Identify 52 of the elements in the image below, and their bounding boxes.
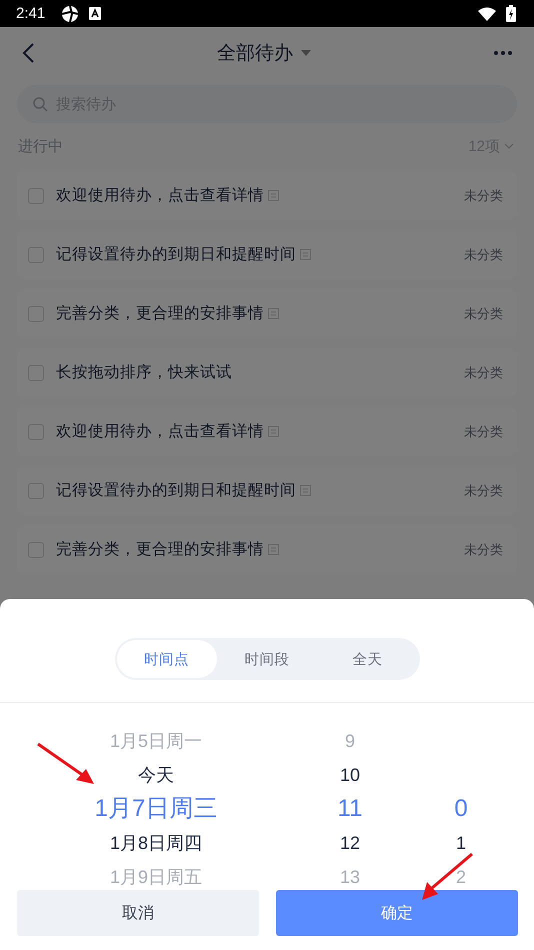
- more-icon[interactable]: [494, 51, 512, 55]
- category-label: 未分类: [464, 482, 503, 500]
- todo-title: 欢迎使用待办，点击查看详情: [56, 421, 264, 442]
- segment-tab[interactable]: 时间点: [116, 640, 217, 678]
- category-label: 未分类: [464, 188, 503, 204]
- checkbox[interactable]: [28, 364, 44, 380]
- app-notification-icon: [61, 4, 80, 22]
- picker-option[interactable]: 11: [338, 792, 362, 826]
- category-label: 未分类: [464, 542, 503, 558]
- category-label: 未分类: [464, 246, 503, 264]
- todo-title: 欢迎使用待办，点击查看详情: [56, 185, 264, 206]
- checkbox[interactable]: [28, 306, 44, 322]
- checkbox[interactable]: [28, 424, 44, 440]
- picker-option[interactable]: 1月7日周三: [94, 792, 218, 826]
- category-label: 未分类: [464, 364, 503, 382]
- battery-icon: [506, 5, 516, 22]
- category-label: 未分类: [464, 424, 503, 440]
- picker-option[interactable]: 2: [456, 860, 466, 890]
- picker-option[interactable]: 10: [340, 758, 360, 792]
- picker-option[interactable]: 1: [456, 826, 466, 860]
- checkbox[interactable]: [28, 188, 44, 204]
- search-icon: [33, 97, 48, 112]
- todo-title: 记得设置待办的到期日和提醒时间: [56, 480, 296, 501]
- cancel-button[interactable]: 取消: [17, 890, 259, 936]
- category-label: 未分类: [464, 306, 503, 322]
- picker-option[interactable]: 13: [340, 860, 360, 890]
- picker-option[interactable]: 1月5日周一: [110, 724, 202, 758]
- todo-title: 记得设置待办的到期日和提醒时间: [56, 244, 296, 265]
- dropdown-caret-icon[interactable]: [301, 50, 311, 56]
- picker-option[interactable]: 0: [454, 792, 468, 826]
- checkbox[interactable]: [28, 542, 44, 558]
- chevron-down-icon[interactable]: [504, 143, 514, 149]
- checkbox[interactable]: [28, 246, 44, 262]
- todo-title: 长按拖动排序，快来试试: [56, 362, 232, 383]
- checkbox[interactable]: [28, 482, 44, 498]
- annotation-arrow: [36, 742, 96, 786]
- segment-tab[interactable]: 时间段: [216, 640, 318, 678]
- picker-option[interactable]: 今天: [138, 758, 174, 792]
- picker-option[interactable]: 1月8日周四: [110, 826, 202, 860]
- page-title[interactable]: 全部待办: [217, 40, 293, 66]
- wifi-icon: [478, 6, 496, 20]
- segment-tab[interactable]: 全天: [317, 640, 418, 678]
- todo-title: 完善分类，更合理的安排事情: [56, 303, 264, 324]
- picker-option[interactable]: 1月9日周五: [110, 860, 202, 890]
- keyboard-notification-icon: [89, 7, 102, 20]
- annotation-arrow: [420, 852, 474, 902]
- back-icon[interactable]: [22, 43, 34, 63]
- status-time: 2:41: [16, 5, 46, 22]
- confirm-button[interactable]: 确定: [276, 890, 518, 936]
- picker-option[interactable]: 9: [344, 724, 355, 758]
- picker-option[interactable]: 12: [340, 826, 360, 860]
- todo-title: 完善分类，更合理的安排事情: [56, 539, 264, 560]
